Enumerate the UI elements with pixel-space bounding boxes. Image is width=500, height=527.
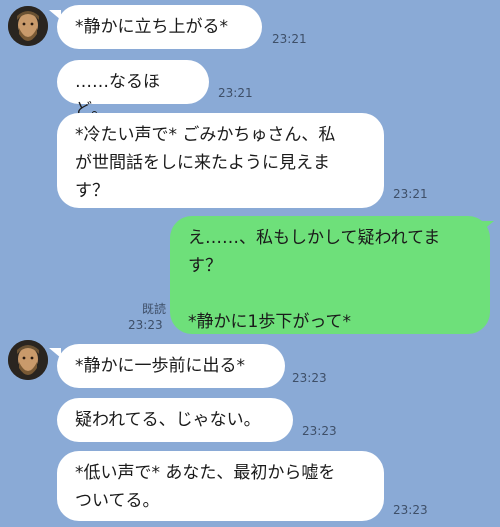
message-bubble-incoming[interactable]: *静かに一歩前に出る* <box>57 344 285 388</box>
message-bubble-incoming[interactable]: 疑われてる、じゃない。 <box>57 398 293 442</box>
message-timestamp: 23:23 <box>128 318 163 332</box>
read-receipt: 既読 <box>141 302 166 316</box>
message-timestamp: 23:21 <box>393 187 428 201</box>
bubble-tail <box>482 221 494 231</box>
message-bubble-incoming[interactable]: ……なるほど。 <box>57 60 209 120</box>
message-timestamp: 23:21 <box>218 86 253 100</box>
bearded-man-avatar-icon <box>8 6 48 46</box>
message-timestamp: 23:21 <box>272 32 307 46</box>
message-timestamp: 23:23 <box>393 503 428 517</box>
contact-avatar[interactable] <box>8 340 48 380</box>
message-bubble-incoming[interactable]: *低い声で* あなた、最初から嘘を ついてる。 <box>57 451 384 521</box>
bearded-man-avatar-icon <box>8 340 48 380</box>
message-bubble-incoming[interactable]: *冷たい声で* ごみかちゅさん、私 が世間話をしに来たように見えま す？ <box>57 113 384 208</box>
message-bubble-outgoing[interactable]: え……、私もしかして疑われてま す？ *静かに1歩下がって* <box>170 216 490 334</box>
message-bubble-incoming[interactable]: *静かに立ち上がる* <box>57 5 262 49</box>
message-timestamp: 23:23 <box>292 371 327 385</box>
contact-avatar[interactable] <box>8 6 48 46</box>
message-timestamp: 23:23 <box>302 424 337 438</box>
